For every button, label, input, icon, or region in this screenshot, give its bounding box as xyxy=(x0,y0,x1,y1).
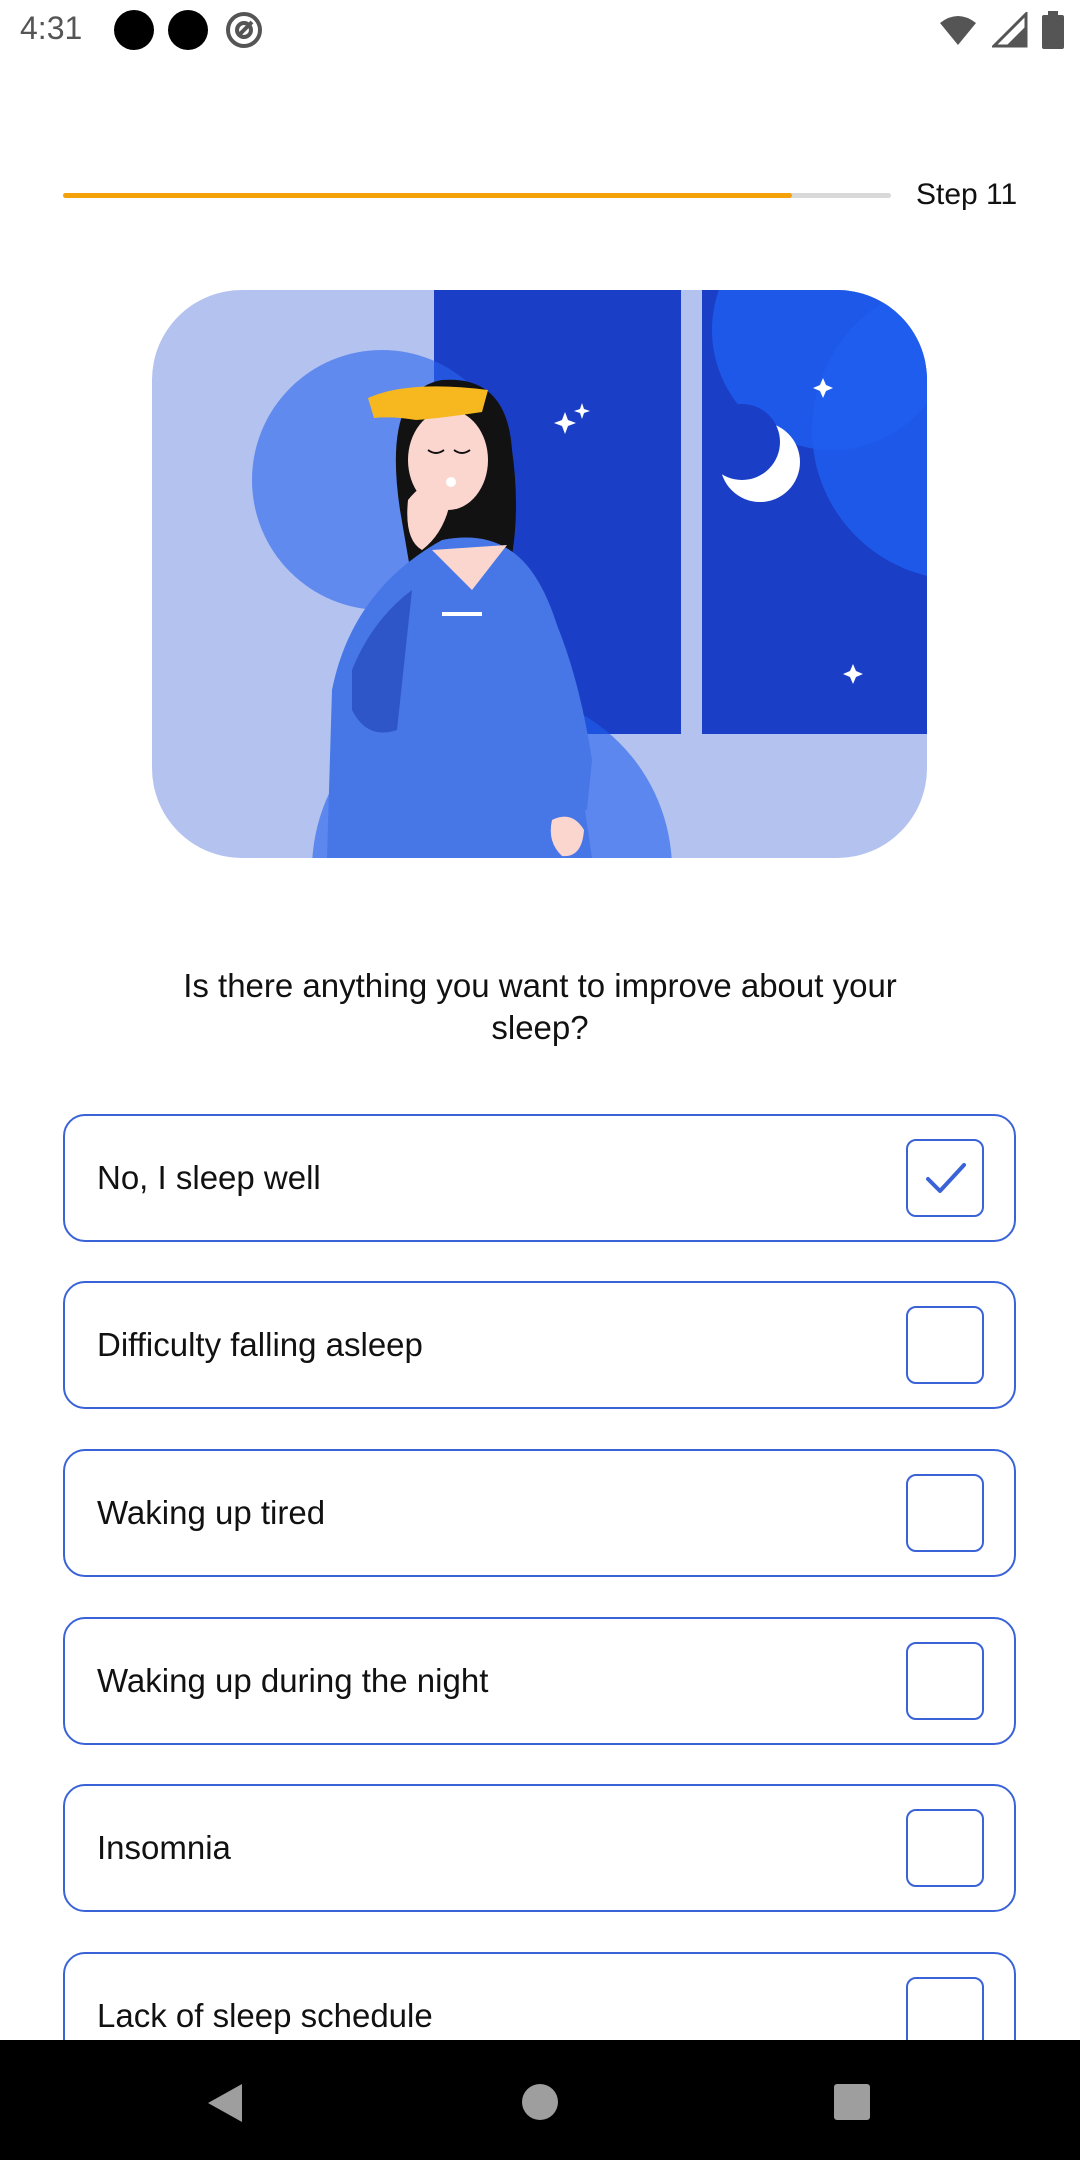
navigation-bar xyxy=(0,2040,1080,2160)
at-sign-icon xyxy=(226,12,262,48)
checkbox[interactable] xyxy=(906,1306,984,1384)
checkbox[interactable] xyxy=(906,1474,984,1552)
notification-dot-icon xyxy=(114,10,154,50)
status-time: 4:31 xyxy=(20,10,83,46)
back-icon[interactable] xyxy=(204,2082,244,2124)
progress-bar xyxy=(63,193,891,198)
checkmark-icon xyxy=(926,1163,966,1193)
option-difficulty-falling-asleep[interactable]: Difficulty falling asleep xyxy=(63,1281,1016,1409)
option-label: Insomnia xyxy=(97,1829,231,1866)
status-bar: 4:31 xyxy=(0,0,1080,60)
option-label: No, I sleep well xyxy=(97,1159,321,1196)
checkbox[interactable] xyxy=(906,1642,984,1720)
option-waking-up-tired[interactable]: Waking up tired xyxy=(63,1449,1016,1577)
progress-fill xyxy=(63,193,792,198)
option-label: Waking up tired xyxy=(97,1494,326,1531)
option-insomnia[interactable]: Insomnia xyxy=(63,1784,1016,1912)
home-icon[interactable] xyxy=(520,2082,560,2122)
question-text: Is there anything you want to improve ab… xyxy=(183,967,897,1046)
cell-signal-icon xyxy=(992,12,1028,48)
checkbox[interactable] xyxy=(906,1809,984,1887)
sleep-illustration xyxy=(152,290,927,858)
option-waking-up-during-night[interactable]: Waking up during the night xyxy=(63,1617,1016,1745)
recents-icon[interactable] xyxy=(833,2083,871,2121)
option-no-sleep-well[interactable]: No, I sleep well xyxy=(63,1114,1016,1242)
option-label: Difficulty falling asleep xyxy=(97,1326,423,1363)
checkbox[interactable] xyxy=(906,1139,984,1217)
option-label: Waking up during the night xyxy=(97,1662,489,1699)
battery-icon xyxy=(1042,11,1064,49)
notification-dot-icon xyxy=(168,10,208,50)
step-label: Step 11 xyxy=(916,178,1018,211)
wifi-icon xyxy=(940,16,976,45)
